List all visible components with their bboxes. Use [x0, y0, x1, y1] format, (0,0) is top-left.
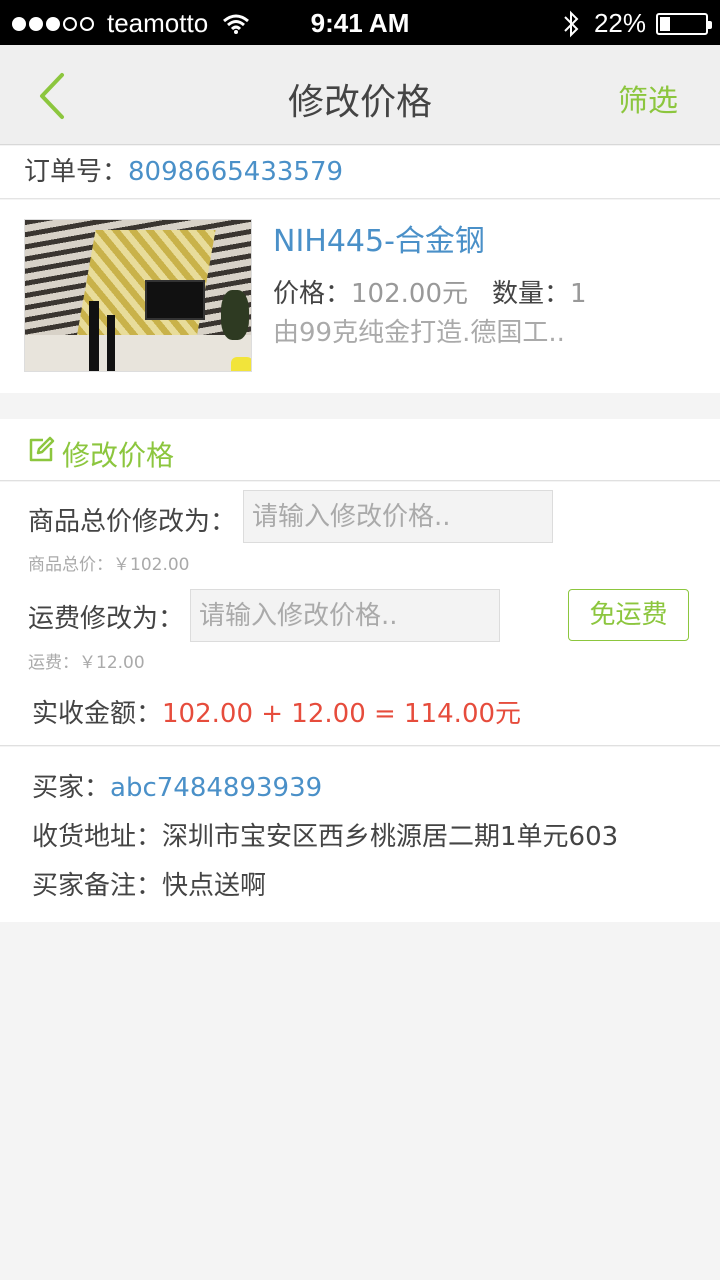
- total-price-input[interactable]: [243, 490, 553, 543]
- order-number-row: 订单号：8098665433579: [0, 146, 720, 199]
- nav-bar: 修改价格 筛选: [0, 45, 720, 145]
- status-bar: teamotto 9:41 AM 22%: [0, 0, 720, 45]
- note-value: 快点送啊: [162, 871, 267, 901]
- edit-icon: [29, 436, 55, 462]
- product-image[interactable]: [24, 219, 252, 372]
- total-price-label: 商品总价修改为：: [28, 507, 237, 537]
- buyer-label: 买家：: [32, 773, 111, 803]
- battery-percent: 22%: [593, 8, 646, 38]
- price-label: 价格：: [273, 279, 352, 309]
- total-price-hint: 商品总价：￥102.00: [28, 555, 190, 575]
- note-row: 买家备注：快点送啊: [32, 865, 266, 902]
- modify-price-header: 修改价格: [0, 419, 720, 481]
- buyer-name[interactable]: abc7484893939: [110, 773, 322, 803]
- quantity-label: 数量：: [492, 279, 571, 309]
- note-label: 买家备注：: [32, 871, 163, 901]
- status-right: 22%: [562, 8, 712, 39]
- quantity-value: 1: [570, 279, 587, 309]
- order-number-label: 订单号：: [24, 157, 129, 187]
- buyer-info: 买家：abc7484893939 收货地址：深圳市宝安区西乡桃源居二期1单元60…: [0, 747, 720, 922]
- modify-price-form: 商品总价修改为： 商品总价：￥102.00 运费修改为： 免运费 运费：￥12.…: [0, 482, 720, 746]
- shipping-input[interactable]: [190, 589, 500, 642]
- product-description: 由99克纯金打造.德国工..: [273, 318, 565, 348]
- shipping-hint: 运费：￥12.00: [28, 653, 145, 673]
- product-name[interactable]: NIH445-合金钢: [273, 216, 485, 260]
- amount-received: 实收金额：102.00 + 12.00 = 114.00元: [32, 693, 521, 730]
- product-card[interactable]: NIH445-合金钢 价格：102.00元 数量：1 由99克纯金打造.德国工..: [0, 200, 720, 393]
- modify-price-title: 修改价格: [62, 439, 175, 472]
- filter-button[interactable]: 筛选: [618, 76, 678, 120]
- buyer-row: 买家：abc7484893939: [32, 767, 322, 804]
- bluetooth-icon: [564, 10, 579, 37]
- battery-icon: [656, 12, 712, 35]
- address-value: 深圳市宝安区西乡桃源居二期1单元603: [162, 822, 619, 852]
- order-number-value[interactable]: 8098665433579: [128, 157, 343, 187]
- address-row: 收货地址：深圳市宝安区西乡桃源居二期1单元603: [32, 816, 618, 853]
- product-price-qty: 价格：102.00元 数量：1: [273, 273, 587, 310]
- free-shipping-button[interactable]: 免运费: [568, 589, 689, 641]
- amount-value: 102.00 + 12.00 = 114.00元: [162, 699, 522, 729]
- amount-label: 实收金额：: [32, 699, 163, 729]
- page-title: 修改价格: [287, 82, 432, 123]
- price-value: 102.00元: [351, 279, 468, 309]
- address-label: 收货地址：: [32, 822, 163, 852]
- shipping-label: 运费修改为：: [28, 604, 185, 634]
